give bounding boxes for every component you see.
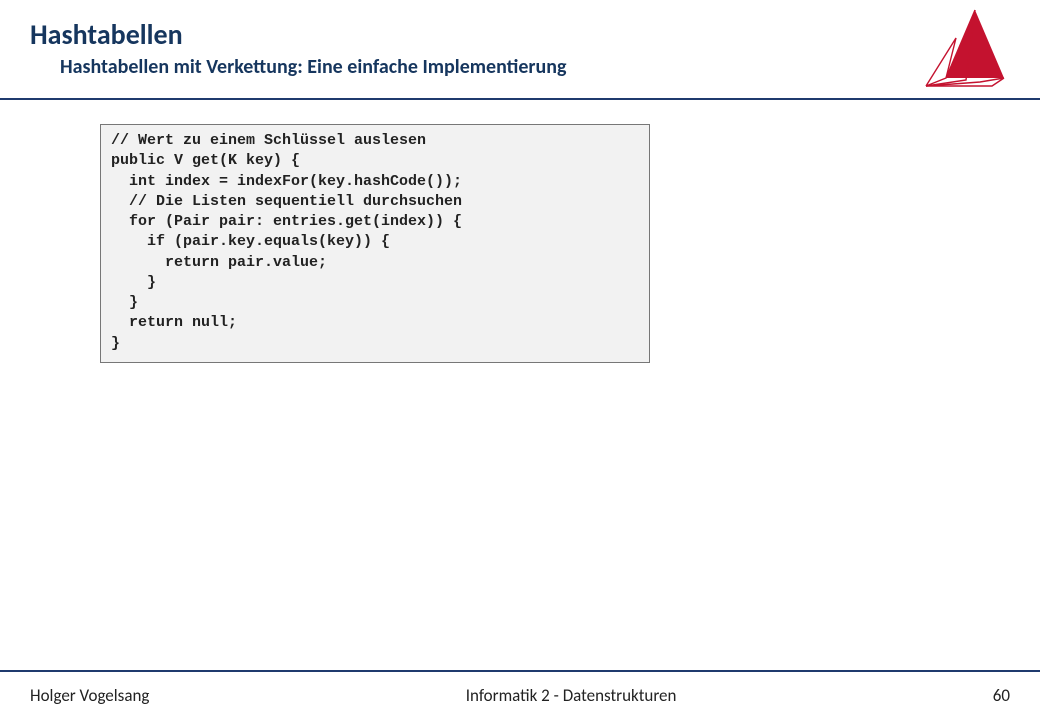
footer-divider (0, 670, 1040, 672)
slide-footer: Holger Vogelsang Informatik 2 - Datenstr… (30, 685, 1010, 706)
header-divider (0, 98, 1040, 100)
footer-author: Holger Vogelsang (30, 685, 149, 706)
code-block: // Wert zu einem Schlüssel auslesen publ… (100, 124, 650, 363)
institution-logo-icon (920, 8, 1010, 93)
slide: Hashtabellen Hashtabellen mit Verkettung… (0, 0, 1040, 720)
slide-subtitle: Hashtabellen mit Verkettung: Eine einfac… (30, 55, 900, 79)
footer-course: Informatik 2 - Datenstrukturen (149, 685, 992, 706)
code-content: // Wert zu einem Schlüssel auslesen publ… (111, 131, 639, 354)
slide-header: Hashtabellen Hashtabellen mit Verkettung… (30, 20, 900, 79)
slide-title: Hashtabellen (30, 20, 900, 51)
footer-page-number: 60 (993, 685, 1010, 706)
